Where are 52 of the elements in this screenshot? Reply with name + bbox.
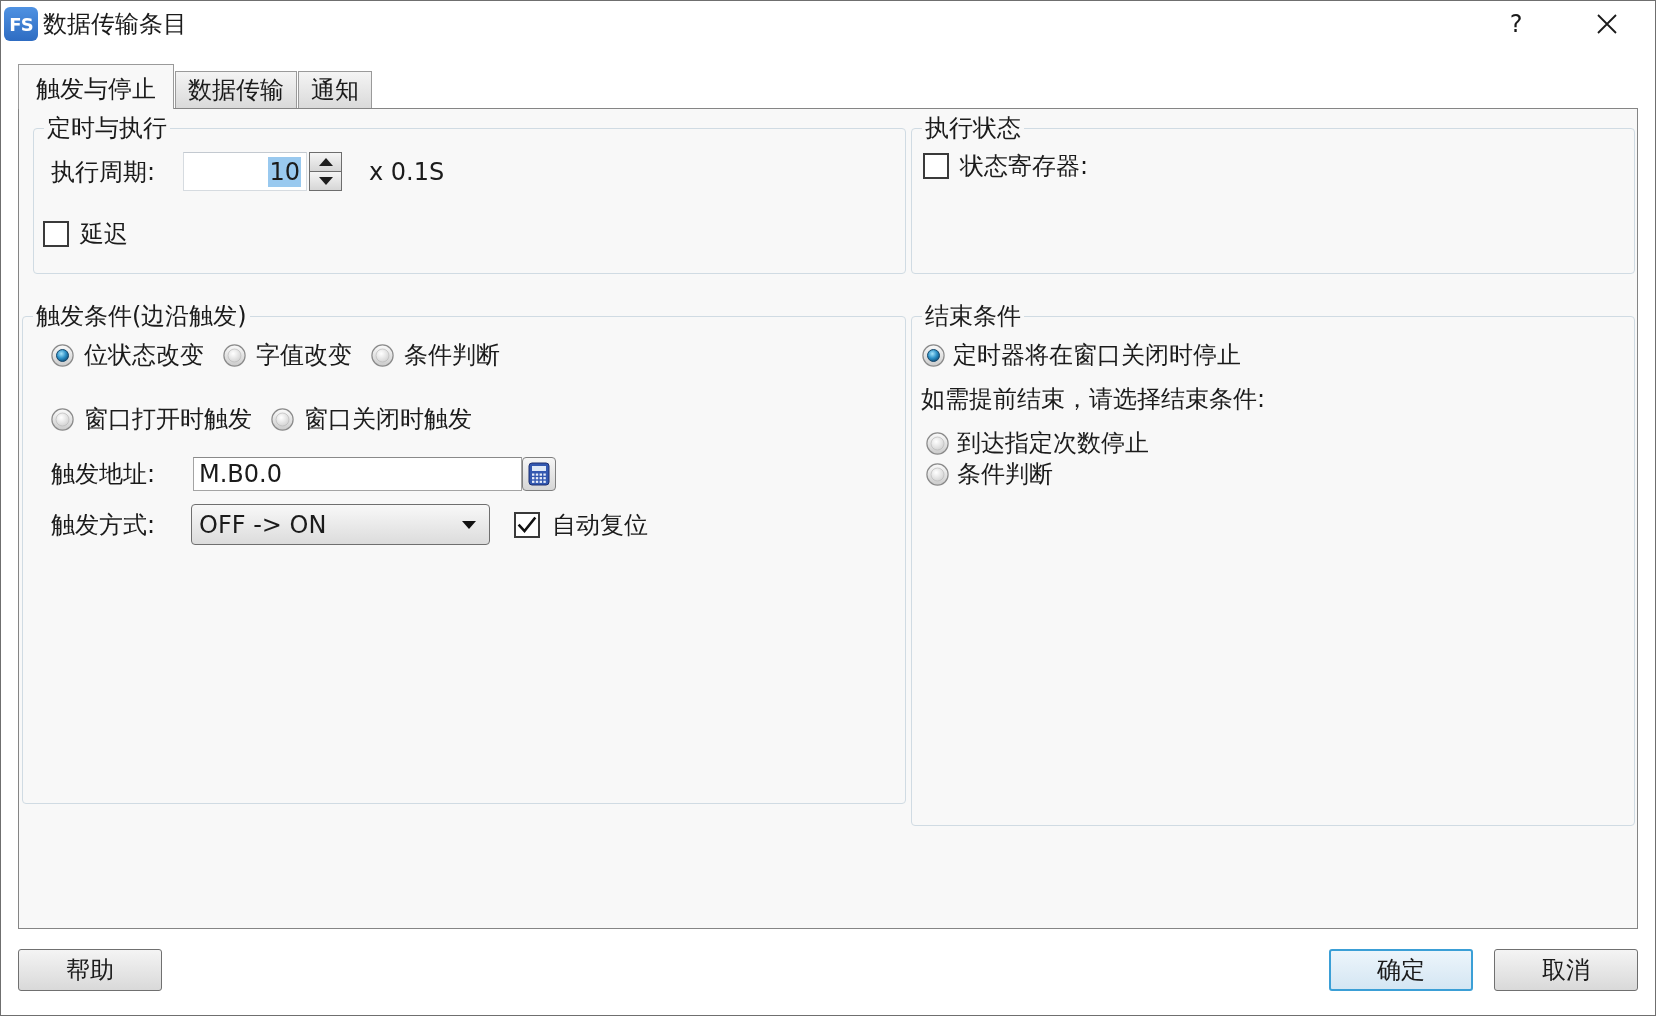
calculator-icon [528,462,550,486]
group-title: 结束条件 [924,301,1022,331]
radio-button[interactable] [922,343,945,367]
radio-button[interactable] [371,343,394,367]
checkbox[interactable] [43,221,69,247]
unit-label: x 0.1S [369,157,445,186]
checkbox[interactable] [923,153,949,179]
help-button[interactable]: ? [1496,4,1536,44]
radio-button[interactable] [51,407,74,431]
app-logo: FS [4,7,38,41]
radio-label[interactable]: 字值改变 [256,339,352,371]
calculator-button[interactable] [522,457,556,491]
cancel-button[interactable]: 取消 [1494,949,1638,991]
spin-down-button[interactable] [309,172,342,191]
field-label: 触发地址: [51,459,157,490]
address-field[interactable]: M.B0.0 [193,457,522,491]
dropdown[interactable]: OFF -> ON [191,504,490,545]
caret-down-icon [318,177,333,185]
tab[interactable]: 数据传输 [175,71,297,108]
caret-up-icon [318,158,333,166]
radio-label[interactable]: 窗口打开时触发 [84,403,252,435]
group-title: 执行状态 [924,113,1022,143]
radio-button[interactable] [51,343,74,367]
tab[interactable]: 通知 [298,71,372,108]
radio-label[interactable]: 到达指定次数停止 [957,427,1149,459]
radio-button[interactable] [926,431,949,455]
tab[interactable]: 触发与停止 [18,64,174,109]
close-icon [1596,13,1618,35]
window-title: 数据传输条目 [43,9,187,40]
caret-down-icon [462,520,476,529]
confirm-button[interactable]: 确定 [1329,949,1473,991]
radio-button[interactable] [223,343,246,367]
checkbox-label[interactable]: 状态寄存器: [960,150,1089,182]
checkbox-label[interactable]: 延迟 [80,218,128,250]
group-title: 触发条件(边沿触发) [35,301,248,331]
checkbox-label[interactable]: 自动复位 [552,508,648,541]
hint-text: 如需提前结束，请选择结束条件: [921,384,1266,415]
field-label: 触发方式: [51,509,157,541]
number-field[interactable]: 10 [183,152,307,191]
radio-label[interactable]: 条件判断 [404,339,500,371]
radio-label[interactable]: 定时器将在窗口关闭时停止 [953,339,1241,371]
field-label: 执行周期: [51,156,157,188]
radio-label[interactable]: 窗口关闭时触发 [304,403,472,435]
help-button[interactable]: 帮助 [18,949,162,991]
checkbox[interactable] [514,511,540,538]
radio-label[interactable]: 条件判断 [957,458,1053,490]
radio-label[interactable]: 位状态改变 [84,339,204,371]
radio-button[interactable] [271,407,294,431]
spin-up-button[interactable] [309,152,342,172]
radio-button[interactable] [926,462,949,486]
field-value: 10 [268,156,301,187]
group-title: 定时与执行 [46,113,168,143]
